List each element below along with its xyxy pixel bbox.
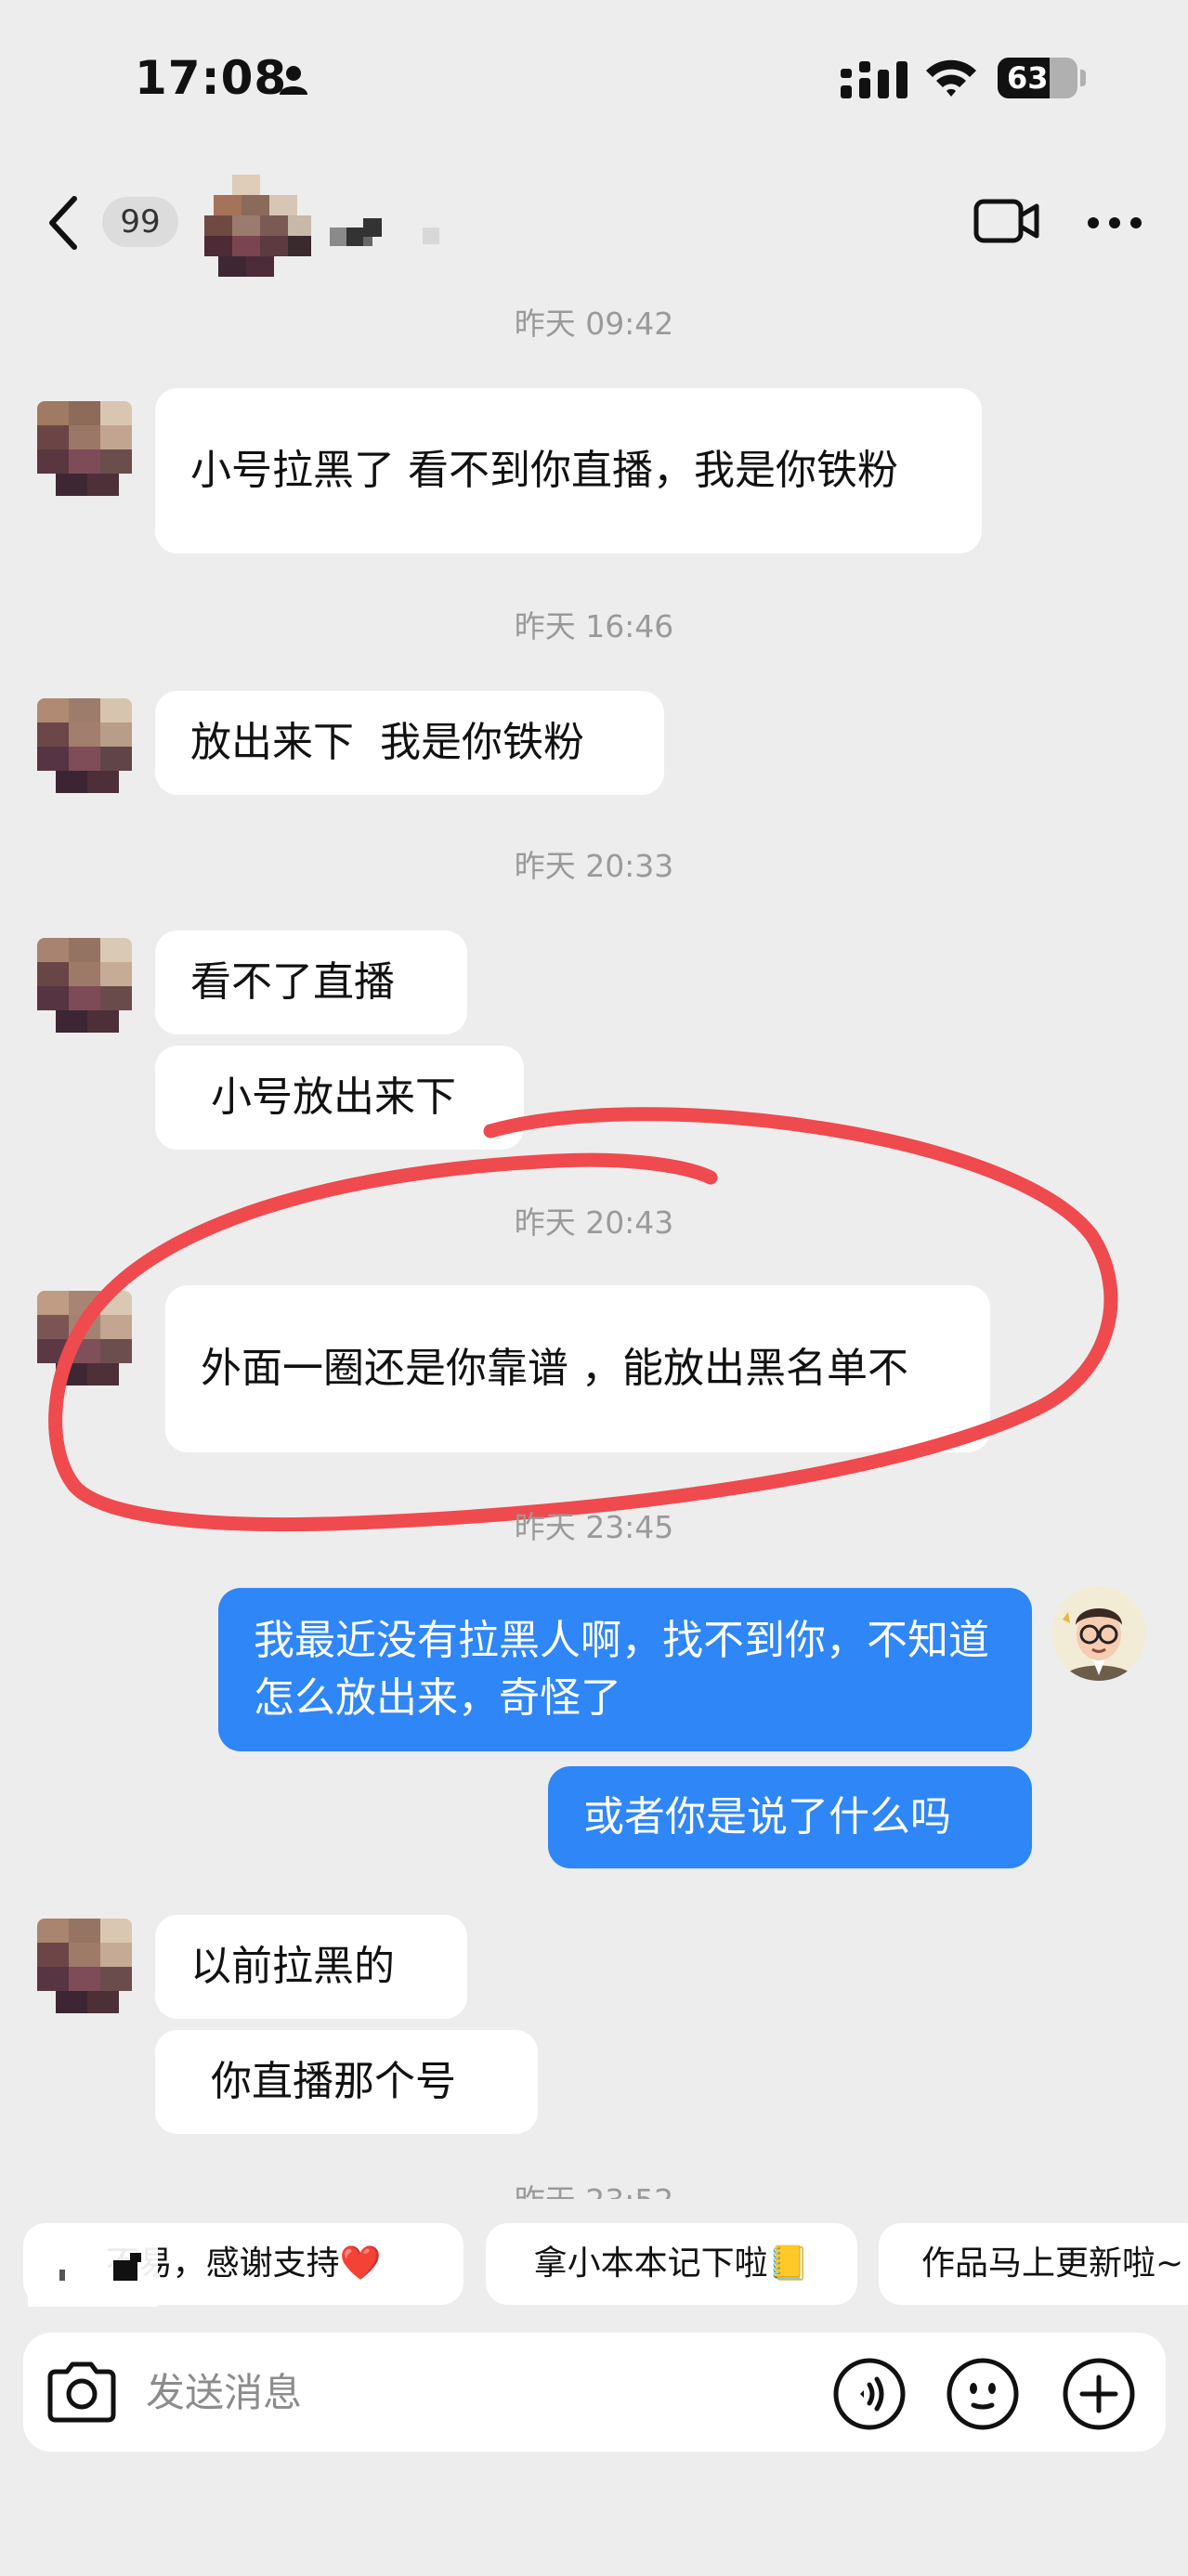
message-bubble[interactable]: 放出来下 我是你铁粉 (155, 691, 664, 795)
timestamp: 昨天 23:45 (514, 1509, 674, 1545)
contact-name-redacted (330, 218, 441, 255)
wifi-icon (924, 56, 978, 102)
timestamp: 昨天 09:42 (514, 306, 674, 342)
camera-icon[interactable] (45, 2359, 119, 2429)
quick-reply-chip[interactable]: 拿小本本记下啦📒 (486, 2223, 857, 2305)
emoji-icon[interactable] (946, 2357, 1020, 2435)
my-avatar[interactable] (1051, 1586, 1146, 1681)
message-bubble[interactable]: 小号拉黑了 看不到你直播，我是你铁粉 (155, 388, 982, 553)
more-options-icon[interactable] (1087, 215, 1142, 233)
quick-reply-chip[interactable]: 作品马上更新啦~ (879, 2223, 1188, 2305)
person-icon (277, 63, 310, 100)
message-input[interactable] (144, 2363, 798, 2421)
back-icon[interactable] (45, 195, 82, 254)
add-more-icon[interactable] (1062, 2357, 1136, 2435)
cellular-signal-icon (841, 61, 909, 104)
contact-avatar[interactable] (37, 401, 132, 496)
message-text: 放出来下 我是你铁粉 (190, 719, 584, 766)
message-bubble[interactable]: 你直播那个号 (155, 2030, 538, 2134)
video-call-icon[interactable] (973, 197, 1040, 249)
contact-avatar[interactable] (37, 698, 132, 793)
battery-indicator: 63 (998, 58, 1077, 98)
contact-avatar[interactable] (37, 938, 132, 1033)
unread-count-badge[interactable]: 99 (102, 197, 178, 247)
my-message-bubble[interactable]: 或者你是说了什么吗 (548, 1766, 1032, 1868)
message-text: 以前拉黑的 (190, 1943, 395, 1990)
contact-avatar[interactable] (200, 175, 316, 277)
message-text: 或者你是说了什么吗 (583, 1793, 951, 1841)
voice-icon[interactable] (832, 2357, 907, 2435)
message-text: 小号拉黑了 看不到你直播，我是你铁粉 (190, 447, 898, 494)
annotation-overlap (0, 1465, 1188, 1501)
message-text: 看不了直播 (190, 958, 395, 1006)
message-bubble[interactable]: 看不了直播 (155, 930, 467, 1034)
battery-tip (1080, 70, 1086, 86)
message-text: 我最近没有拉黑人啊，找不到你，不知道怎么放出来，奇怪了 (254, 1617, 989, 1722)
timestamp: 昨天 16:46 (514, 608, 674, 644)
my-message-bubble[interactable]: 我最近没有拉黑人啊，找不到你，不知道怎么放出来，奇怪了 (218, 1588, 1032, 1751)
redacted-overlay (28, 2232, 158, 2307)
timestamp-clipped: 昨天 23:52 (0, 2182, 1188, 2199)
message-bubble[interactable]: 以前拉黑的 (155, 1915, 467, 2019)
contact-avatar[interactable] (37, 1919, 132, 2013)
timestamp: 昨天 20:33 (514, 848, 674, 884)
status-time: 17:08 (135, 51, 288, 105)
message-text: 你直播那个号 (211, 2058, 456, 2105)
